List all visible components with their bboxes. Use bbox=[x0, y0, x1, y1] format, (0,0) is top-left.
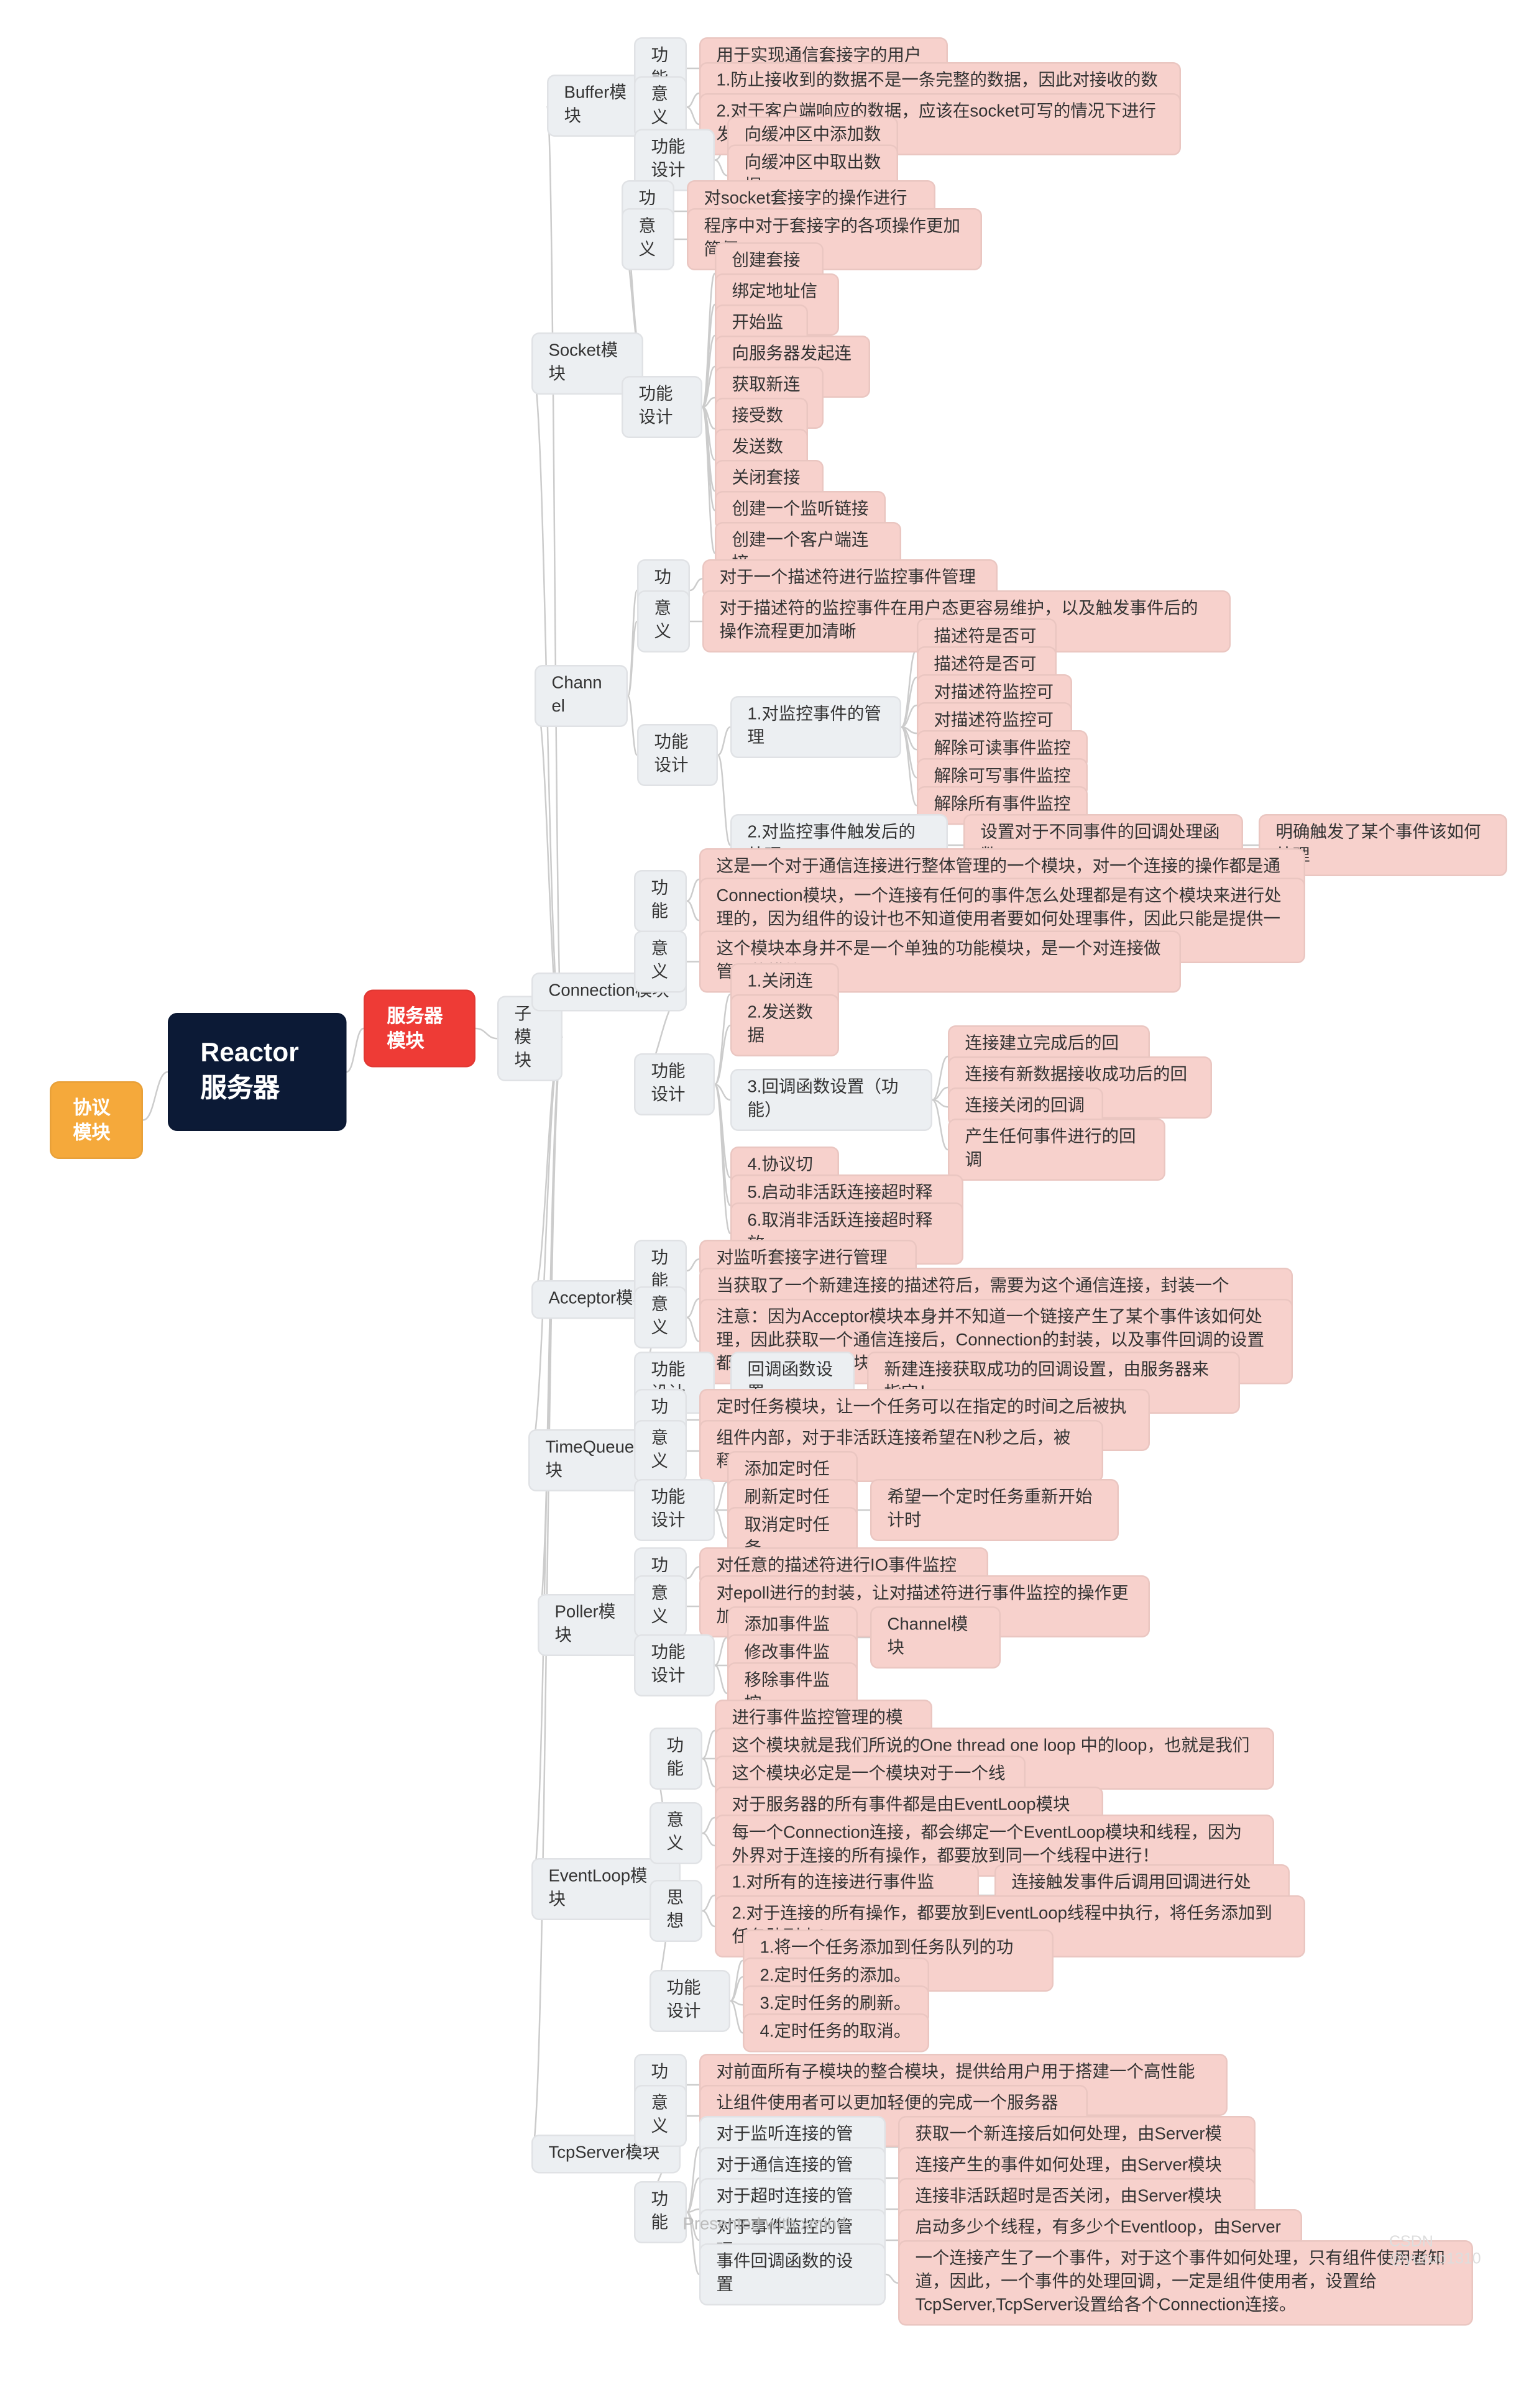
eventloop-des[interactable]: 功能设计 bbox=[650, 1970, 730, 2031]
poller-des-1-note: Channel模块 bbox=[870, 1606, 1001, 1668]
timequeue-des[interactable]: 功能设计 bbox=[634, 1479, 715, 1540]
channel-mean[interactable]: 意义 bbox=[637, 590, 690, 652]
channel-des-g1-title[interactable]: 1.对监控事件的管理 bbox=[730, 696, 901, 758]
channel-title[interactable]: Channel bbox=[535, 665, 628, 726]
watermark: CSDN @yusuo1310 bbox=[1389, 2235, 1529, 2269]
timequeue-mean[interactable]: 意义 bbox=[634, 1420, 687, 1481]
tcpserver-g5: 一个连接产生了一个事件，对于这个事件如何处理，只有组件使用者知道，因此，一个事件… bbox=[898, 2240, 1473, 2325]
poller-title[interactable]: Poller模块 bbox=[538, 1594, 650, 1655]
tcpserver-g5-title[interactable]: 事件回调函数的设置 bbox=[699, 2243, 886, 2305]
eventloop-idea[interactable]: 思想 bbox=[650, 1880, 702, 1941]
connection-des-3-title[interactable]: 3.回调函数设置（功能） bbox=[730, 1069, 932, 1130]
channel-des[interactable]: 功能设计 bbox=[637, 724, 718, 785]
eventloop-mean[interactable]: 意义 bbox=[650, 1802, 702, 1864]
poller-des[interactable]: 功能设计 bbox=[634, 1634, 715, 1696]
connection-des-2: 2.发送数据 bbox=[730, 994, 839, 1056]
connection-mean[interactable]: 意义 bbox=[634, 931, 687, 992]
root-node[interactable]: Reactor服务器 bbox=[168, 1013, 347, 1131]
branch-server[interactable]: 服务器模块 bbox=[364, 990, 475, 1068]
acceptor-mean[interactable]: 意义 bbox=[634, 1286, 687, 1348]
socket-des[interactable]: 功能设计 bbox=[622, 376, 702, 437]
tcpserver-mean[interactable]: 意义 bbox=[634, 2085, 687, 2146]
eventloop-func[interactable]: 功能 bbox=[650, 1728, 702, 1789]
eventloop-des-3: 4.定时任务的取消。 bbox=[743, 2013, 929, 2052]
connection-func[interactable]: 功能 bbox=[634, 870, 687, 932]
connection-des-3-3: 产生任何事件进行的回调 bbox=[948, 1119, 1165, 1180]
socket-mean[interactable]: 意义 bbox=[622, 208, 674, 270]
timequeue-des-1-note: 希望一个定时任务重新开始计时 bbox=[870, 1479, 1119, 1540]
connection-des[interactable]: 功能设计 bbox=[634, 1053, 715, 1115]
poller-mean[interactable]: 意义 bbox=[634, 1575, 687, 1637]
footer: Presented with xmind bbox=[0, 2216, 1529, 2235]
buffer-title[interactable]: Buffer模块 bbox=[547, 75, 646, 136]
branch-protocol[interactable]: 协议模块 bbox=[50, 1081, 143, 1160]
